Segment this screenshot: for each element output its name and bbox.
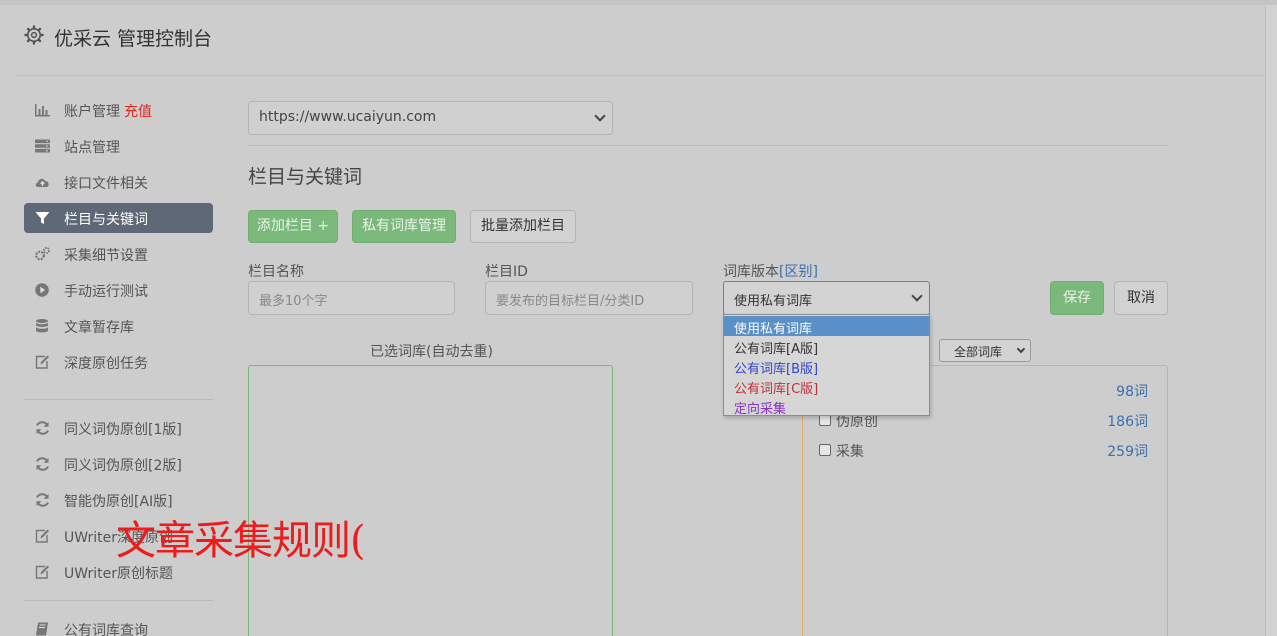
library-name: 采集 xyxy=(836,444,864,460)
column-name-label: 栏目名称 xyxy=(248,264,304,280)
cloud-upload-icon xyxy=(35,178,49,187)
edit-icon xyxy=(35,565,49,579)
site-select[interactable]: https://www.ucaiyun.com xyxy=(248,101,613,135)
difference-link[interactable]: [区别] xyxy=(779,264,818,280)
edit-icon xyxy=(35,355,49,369)
header: 优采云 管理控制台 xyxy=(15,5,1265,76)
library-count: 98词 xyxy=(1116,384,1148,400)
sidebar-item-account[interactable]: 账户管理 充值 xyxy=(24,95,213,125)
section-title: 栏目与关键词 xyxy=(248,166,363,188)
server-icon xyxy=(35,139,50,153)
library-filter-value: 全部词库 xyxy=(954,345,1003,359)
library-filter-select[interactable]: 全部词库 xyxy=(939,339,1031,362)
private-lib-button[interactable]: 私有词库管理 xyxy=(352,210,456,243)
sidebar-item-label: 深度原创任务 xyxy=(64,356,148,372)
sidebar-item-columns-keywords[interactable]: 栏目与关键词 xyxy=(24,203,213,233)
sidebar-item-interface-files[interactable]: 接口文件相关 xyxy=(24,167,213,197)
sidebar-item-label: 公有词库查询 xyxy=(64,623,148,636)
sidebar-item-sites[interactable]: 站点管理 xyxy=(24,131,213,161)
sidebar-divider xyxy=(24,399,213,400)
gear-icon xyxy=(24,25,44,45)
save-button[interactable]: 保存 xyxy=(1050,281,1104,315)
library-checkbox[interactable] xyxy=(819,444,831,456)
sidebar-item-label: 同义词伪原创[1版] xyxy=(64,422,182,438)
batch-add-column-button[interactable]: 批量添加栏目 xyxy=(470,210,576,243)
sidebar-item-label: 栏目与关键词 xyxy=(64,212,148,228)
sidebar-item-label: UWriter原创标题 xyxy=(64,566,173,582)
version-option[interactable]: 公有词库[C版] xyxy=(724,376,929,397)
gears-icon xyxy=(35,247,50,261)
sidebar-item-public-lib-query[interactable]: 公有词库查询 xyxy=(24,614,213,636)
recharge-link[interactable]: 充值 xyxy=(124,104,152,120)
play-circle-icon xyxy=(35,283,49,297)
lib-version-dropdown: 使用私有词库 公有词库[A版] 公有词库[B版] 公有词库[C版] 定向采集 xyxy=(723,314,930,417)
sidebar-item-deep-original-task[interactable]: 深度原创任务 xyxy=(24,347,213,377)
version-option[interactable]: 使用私有词库 xyxy=(724,316,929,337)
site-select-value: https://www.ucaiyun.com xyxy=(259,109,437,125)
sidebar-item-label: 文章暂存库 xyxy=(64,320,134,336)
library-count: 186词 xyxy=(1107,414,1148,430)
sidebar-item-collection-settings[interactable]: 采集细节设置 xyxy=(24,239,213,269)
sidebar-item-label: 接口文件相关 xyxy=(64,176,148,192)
column-name-input[interactable]: 最多10个字 xyxy=(248,281,455,315)
cancel-button[interactable]: 取消 xyxy=(1114,281,1168,315)
add-column-button[interactable]: 添加栏目 + xyxy=(248,210,338,243)
version-option[interactable]: 公有词库[B版] xyxy=(724,356,929,377)
sidebar-divider xyxy=(24,600,213,601)
bar-chart-icon xyxy=(35,104,50,117)
sidebar-item-synonym-v2[interactable]: 同义词伪原创[2版] xyxy=(24,449,213,479)
page-title: 优采云 管理控制台 xyxy=(54,28,213,50)
right-scroll-edge xyxy=(1265,5,1277,636)
version-option[interactable]: 公有词库[A版] xyxy=(724,336,929,357)
selected-lib-title: 已选词库(自动去重) xyxy=(370,344,493,360)
sidebar-item-manual-run[interactable]: 手动运行测试 xyxy=(24,275,213,305)
version-option[interactable]: 定向采集 xyxy=(724,396,929,417)
chevron-down-icon xyxy=(1016,344,1026,354)
sidebar-item-label: 同义词伪原创[2版] xyxy=(64,458,182,474)
overlay-caption: 文章采集规则( xyxy=(116,518,366,564)
column-id-label: 栏目ID xyxy=(485,264,528,280)
library-count: 259词 xyxy=(1107,444,1148,460)
refresh-icon xyxy=(36,493,49,507)
lib-version-value: 使用私有词库 xyxy=(734,294,813,309)
divider xyxy=(248,145,1168,146)
book-icon xyxy=(36,622,48,636)
sidebar-item-label: 手动运行测试 xyxy=(64,284,148,300)
filter-icon xyxy=(35,212,50,224)
sidebar-item-label: 站点管理 xyxy=(64,140,120,156)
chevron-down-icon xyxy=(594,110,606,122)
lib-version-select[interactable]: 使用私有词库 xyxy=(723,281,930,315)
edit-icon xyxy=(35,529,49,543)
refresh-icon xyxy=(36,421,49,435)
sidebar-item-label: 采集细节设置 xyxy=(64,248,148,264)
sidebar-item-label: 账户管理 充值 xyxy=(64,104,152,120)
column-id-input[interactable]: 要发布的目标栏目/分类ID xyxy=(485,281,693,315)
selected-lib-panel[interactable] xyxy=(248,365,613,636)
lib-version-label: 词库版本[区别] xyxy=(723,264,818,280)
chevron-down-icon xyxy=(911,290,923,302)
database-icon xyxy=(36,319,48,333)
sidebar-item-synonym-v1[interactable]: 同义词伪原创[1版] xyxy=(24,413,213,443)
refresh-icon xyxy=(36,457,49,471)
sidebar-item-article-store[interactable]: 文章暂存库 xyxy=(24,311,213,341)
library-row[interactable]: 采集 259词 xyxy=(818,440,1148,462)
